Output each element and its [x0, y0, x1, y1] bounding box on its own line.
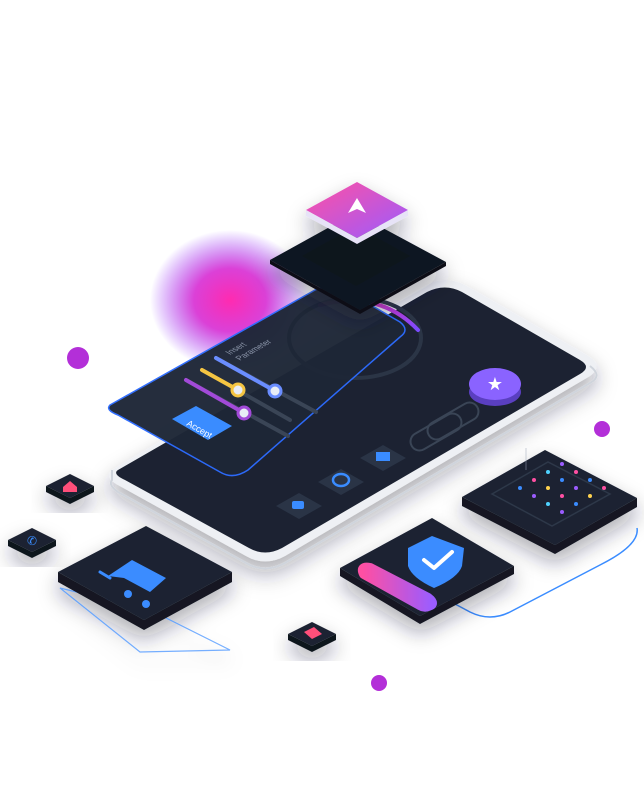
slider-handle-1[interactable] — [230, 382, 246, 398]
star-button[interactable]: ★ — [469, 368, 521, 406]
shield-tile — [340, 518, 514, 624]
purple-dot — [371, 675, 387, 691]
isometric-app-illustration: ★ Insert Parameter Accept ✆ — [8, 182, 638, 691]
purple-dot — [67, 347, 89, 369]
video-camera-icon — [292, 501, 304, 509]
star-icon: ★ — [487, 374, 503, 395]
phone-icon: ✆ — [27, 534, 37, 548]
purple-dot — [594, 421, 610, 437]
home-tile[interactable] — [46, 474, 94, 504]
phone-tile[interactable]: ✆ — [8, 528, 56, 558]
mail-icon — [376, 452, 390, 461]
dot-grid-tile — [462, 448, 637, 554]
cart-tile — [58, 526, 232, 653]
slider-handle-3[interactable] — [236, 405, 252, 421]
tag-tile[interactable] — [288, 622, 336, 652]
slider-handle-2[interactable] — [267, 383, 283, 399]
